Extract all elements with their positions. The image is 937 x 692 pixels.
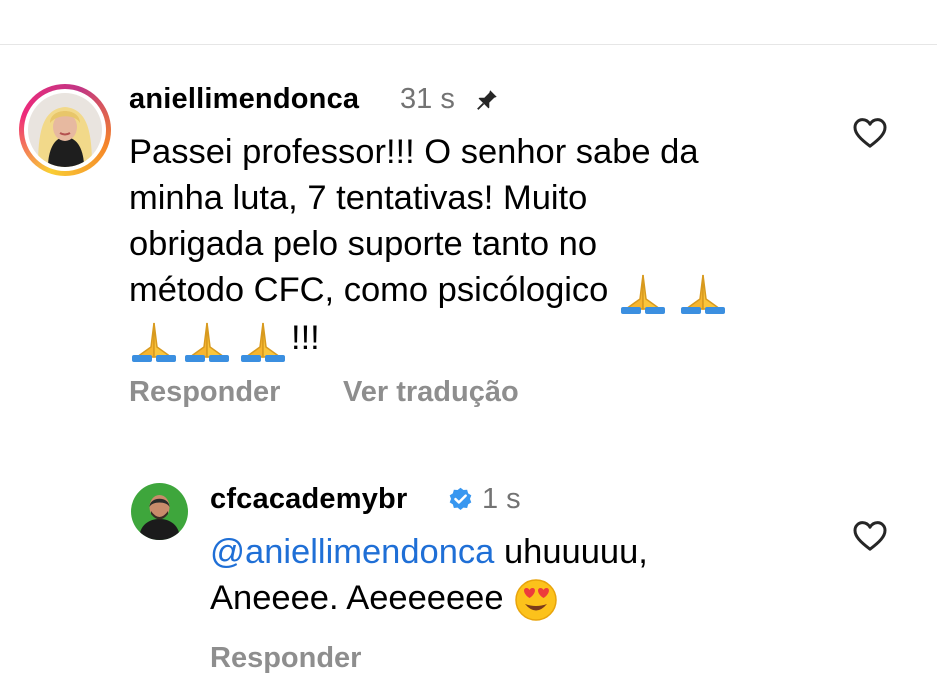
translate-button[interactable]: Ver tradução bbox=[343, 376, 519, 409]
reply-text: Aneeee. Aeeeeeee bbox=[210, 579, 504, 617]
heart-outline-icon[interactable] bbox=[850, 515, 890, 555]
avatar bbox=[28, 93, 102, 167]
folded-hands-emoji bbox=[241, 322, 285, 362]
reply-username[interactable]: cfcacademybr bbox=[210, 483, 407, 516]
reply-button[interactable]: Responder bbox=[129, 376, 280, 409]
reply-text: uhuuuuu, bbox=[494, 533, 648, 571]
reply-line: Aneeee. Aeeeeeee bbox=[210, 575, 648, 623]
heart-outline-icon[interactable] bbox=[850, 112, 890, 152]
comment-line: !!! bbox=[129, 315, 728, 363]
reply-timestamp: 1 s bbox=[482, 483, 521, 515]
mention-link[interactable]: @aniellimendonca bbox=[210, 533, 494, 571]
comment-body: Passei professor!!! O senhor sabe da min… bbox=[129, 129, 728, 363]
comment-line: método CFC, como psicólogico bbox=[129, 267, 728, 315]
folded-hands-emoji bbox=[132, 322, 176, 362]
comment-timestamp: 31 s bbox=[400, 83, 455, 115]
top-divider bbox=[0, 44, 937, 45]
folded-hands-emoji bbox=[680, 274, 725, 314]
pin-icon bbox=[477, 90, 497, 110]
folded-hands-emoji bbox=[620, 274, 665, 314]
comment-line: Passei professor!!! O senhor sabe da bbox=[129, 133, 699, 171]
folded-hands-emoji bbox=[185, 322, 229, 362]
reply-body: @aniellimendonca uhuuuuu, Aneeee. Aeeeee… bbox=[210, 529, 648, 623]
comment-line-text: método CFC, como psicólogico bbox=[129, 271, 609, 309]
avatar-story-ring[interactable] bbox=[19, 84, 111, 176]
verified-badge-icon bbox=[449, 487, 472, 510]
comment-exclamations: !!! bbox=[291, 318, 320, 357]
heart-eyes-emoji bbox=[515, 579, 557, 621]
comment-line: obrigada pelo suporte tanto no bbox=[129, 225, 598, 263]
reply-avatar[interactable] bbox=[131, 483, 188, 540]
comment-line: minha luta, 7 tentativas! Muito bbox=[129, 179, 588, 217]
reply-reply-button[interactable]: Responder bbox=[210, 642, 361, 675]
reply-line: @aniellimendonca uhuuuuu, bbox=[210, 529, 648, 575]
comment-username[interactable]: aniellimendonca bbox=[129, 83, 359, 116]
